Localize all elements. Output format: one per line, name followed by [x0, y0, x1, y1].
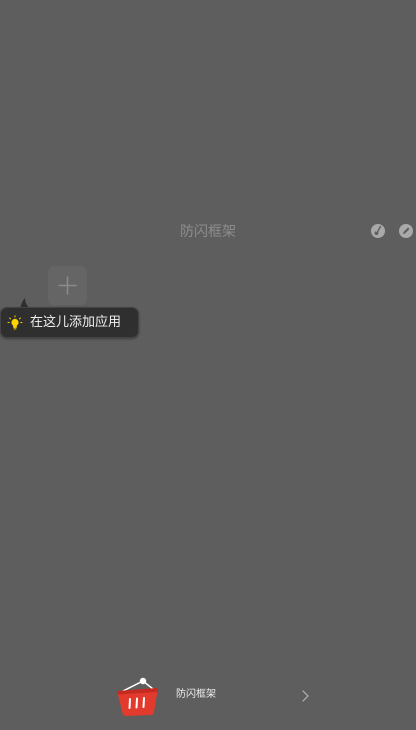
tip-text: 在这儿添加应用 [30, 315, 122, 330]
folder-screen: { "folder": { "title": "防闪框架" }, "header… [0, 0, 416, 730]
basket-icon [114, 674, 160, 718]
bottom-bar[interactable]: 防闪框架 [0, 668, 416, 722]
plus-icon [58, 276, 77, 295]
add-app-button[interactable] [48, 266, 87, 305]
lightbulb-icon [7, 315, 23, 330]
chevron-right-icon[interactable] [300, 689, 310, 703]
folder-title[interactable]: 防闪框架 [0, 222, 416, 242]
add-app-tip: 在这儿添加应用 [0, 307, 139, 338]
bottom-label: 防闪框架 [176, 689, 216, 700]
clean-icon[interactable] [371, 224, 385, 238]
edit-icon[interactable] [399, 224, 413, 238]
